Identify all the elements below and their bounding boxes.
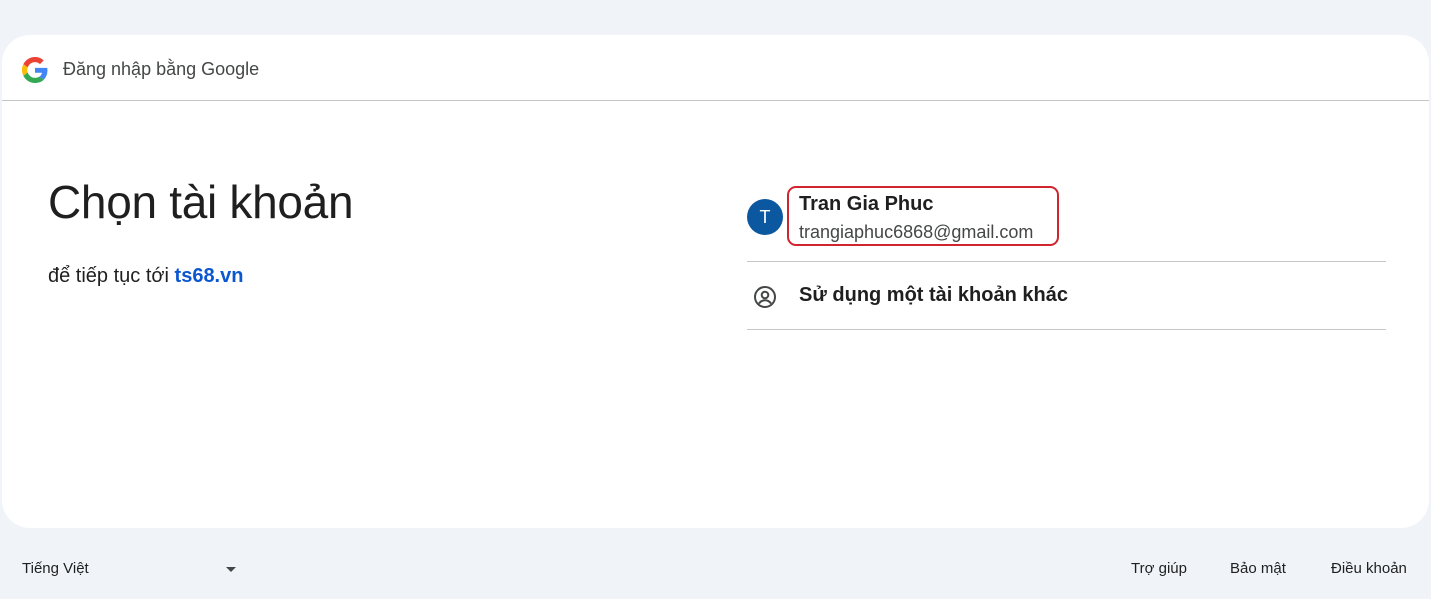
page: Đăng nhập bằng Google Chọn tài khoản để … <box>0 0 1431 599</box>
use-another-account-label: Sử dụng một tài khoản khác <box>799 284 1068 306</box>
card-header: Đăng nhập bằng Google <box>2 35 1429 101</box>
account-email: trangiaphuc6868@gmail.com <box>799 222 1034 242</box>
page-title: Chọn tài khoản <box>48 176 354 228</box>
account-circle-icon <box>754 286 776 308</box>
terms-link[interactable]: Điều khoản <box>1331 560 1407 577</box>
sign-in-card: Đăng nhập bằng Google Chọn tài khoản để … <box>2 35 1429 528</box>
account-list: T Tran Gia Phuc trangiaphuc6868@gmail.co… <box>747 183 1386 330</box>
language-select[interactable]: Tiếng Việt <box>22 560 242 582</box>
subtitle-prefix: để tiếp tục tới <box>48 265 169 287</box>
privacy-link[interactable]: Bảo mật <box>1230 560 1286 577</box>
header-title: Đăng nhập bằng Google <box>63 59 260 79</box>
footer: Tiếng Việt Trợ giúp Bảo mật Điều khoản <box>0 555 1431 585</box>
subtitle: để tiếp tục tới ts68.vn <box>48 265 243 288</box>
avatar: T <box>747 199 783 235</box>
account-item[interactable]: T Tran Gia Phuc trangiaphuc6868@gmail.co… <box>747 183 1386 262</box>
site-link[interactable]: ts68.vn <box>175 265 244 287</box>
help-link[interactable]: Trợ giúp <box>1131 560 1187 577</box>
caret-down-icon <box>226 567 236 572</box>
google-logo-icon <box>22 57 48 83</box>
use-another-account-button[interactable]: Sử dụng một tài khoản khác <box>747 262 1386 330</box>
account-name: Tran Gia Phuc <box>799 193 934 215</box>
language-label: Tiếng Việt <box>22 560 89 577</box>
